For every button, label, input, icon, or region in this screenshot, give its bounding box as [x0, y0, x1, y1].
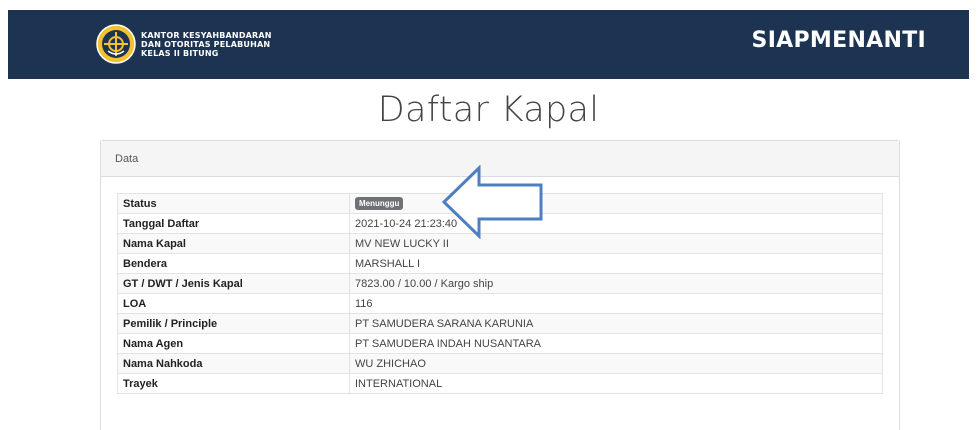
table-row: LOA 116 — [117, 293, 883, 314]
page-title: Daftar Kapal — [377, 90, 600, 130]
row-value: MV NEW LUCKY II — [349, 233, 883, 254]
row-value: 2021-10-24 21:23:40 — [349, 213, 883, 234]
logo-text: KANTOR KESYAHBANDARAN DAN OTORITAS PELAB… — [141, 31, 272, 58]
row-value: WU ZHICHAO — [349, 353, 883, 374]
brand-name[interactable]: SIAPMENANTI — [752, 28, 926, 53]
port-emblem-icon — [96, 24, 136, 64]
table-row: Pemilik / Principle PT SAMUDERA SARANA K… — [117, 313, 883, 334]
row-value: INTERNATIONAL — [349, 373, 883, 394]
row-label: Nama Kapal — [117, 233, 350, 254]
row-label: Pemilik / Principle — [117, 313, 350, 334]
row-value: PT SAMUDERA SARANA KARUNIA — [349, 313, 883, 334]
left-arrow-annotation-icon — [441, 165, 543, 239]
table-row: Nama Nahkoda WU ZHICHAO — [117, 353, 883, 374]
row-value: 116 — [349, 293, 883, 314]
top-navbar: KANTOR KESYAHBANDARAN DAN OTORITAS PELAB… — [8, 10, 969, 79]
logo-line-1: KANTOR KESYAHBANDARAN — [141, 30, 272, 40]
row-label: Nama Nahkoda — [117, 353, 350, 374]
row-value: MARSHALL I — [349, 253, 883, 274]
row-label: Bendera — [117, 253, 350, 274]
site-logo[interactable]: KANTOR KESYAHBANDARAN DAN OTORITAS PELAB… — [95, 23, 272, 65]
row-value: PT SAMUDERA INDAH NUSANTARA — [349, 333, 883, 354]
logo-line-3: KELAS II BITUNG — [141, 48, 219, 58]
table-row: Bendera MARSHALL I — [117, 253, 883, 274]
row-value: Menunggu — [349, 193, 883, 214]
row-label: GT / DWT / Jenis Kapal — [117, 273, 350, 294]
status-badge: Menunggu — [355, 197, 404, 210]
row-label: Tanggal Daftar — [117, 213, 350, 234]
row-label: Trayek — [117, 373, 350, 394]
row-label: Nama Agen — [117, 333, 350, 354]
logo-line-2: DAN OTORITAS PELABUHAN — [141, 39, 271, 49]
row-label: LOA — [117, 293, 350, 314]
table-row: GT / DWT / Jenis Kapal 7823.00 / 10.00 /… — [117, 273, 883, 294]
table-row: Trayek INTERNATIONAL — [117, 373, 883, 394]
table-row: Nama Agen PT SAMUDERA INDAH NUSANTARA — [117, 333, 883, 354]
row-label: Status — [117, 193, 350, 214]
row-value: 7823.00 / 10.00 / Kargo ship — [349, 273, 883, 294]
